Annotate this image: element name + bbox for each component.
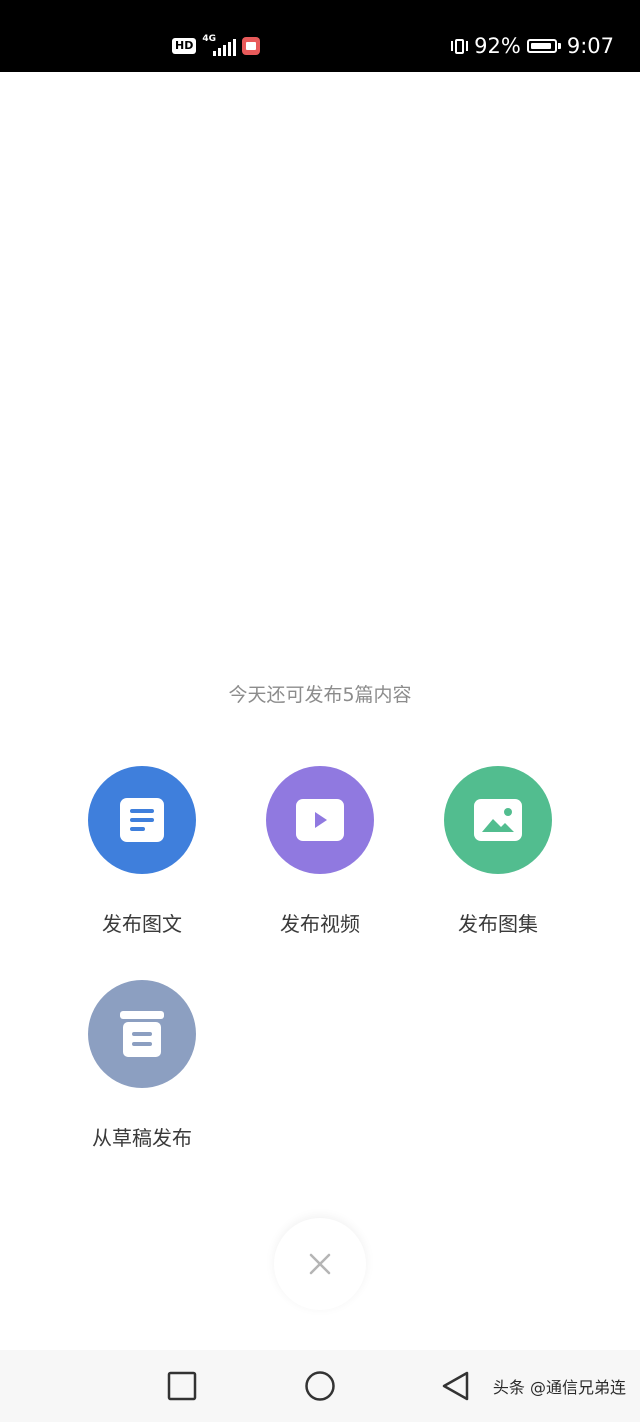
triangle-back-icon[interactable] bbox=[440, 1370, 472, 1402]
publish-video-label: 发布视频 bbox=[280, 912, 360, 936]
watermark: 头条 @通信兄弟连 bbox=[492, 1378, 626, 1397]
publish-from-draft-circle[interactable] bbox=[88, 980, 196, 1088]
vibrate-icon bbox=[451, 38, 469, 54]
hd-badge: HD bbox=[172, 38, 197, 54]
article-icon bbox=[120, 798, 164, 842]
square-icon[interactable] bbox=[166, 1370, 198, 1402]
publish-from-draft-button[interactable]: 从草稿发布 bbox=[52, 980, 232, 1151]
publish-video-circle[interactable] bbox=[266, 766, 374, 874]
publish-video-button[interactable]: 发布视频 bbox=[230, 766, 410, 937]
publish-article-label: 发布图文 bbox=[102, 912, 182, 936]
navigation-bar: 头条 @通信兄弟连 bbox=[0, 1350, 640, 1422]
signal-icon: 4G bbox=[202, 34, 237, 56]
battery-percent: 92% bbox=[474, 34, 521, 58]
notification-app-icon bbox=[242, 37, 261, 55]
publish-gallery-button[interactable]: 发布图集 bbox=[408, 766, 588, 937]
clock: 9:07 bbox=[566, 34, 614, 58]
circle-icon[interactable] bbox=[304, 1370, 336, 1402]
publish-from-draft-label: 从草稿发布 bbox=[92, 1126, 192, 1150]
publish-article-circle[interactable] bbox=[88, 766, 196, 874]
image-icon bbox=[474, 799, 522, 841]
archive-box-icon bbox=[120, 1011, 164, 1057]
publish-gallery-circle[interactable] bbox=[444, 766, 552, 874]
publish-article-button[interactable]: 发布图文 bbox=[52, 766, 232, 937]
close-button[interactable] bbox=[274, 1218, 366, 1310]
status-left: HD 4G bbox=[172, 34, 261, 56]
status-right: 92% 9:07 bbox=[451, 34, 614, 58]
publish-gallery-label: 发布图集 bbox=[458, 912, 538, 936]
video-play-icon bbox=[296, 799, 344, 841]
battery-icon bbox=[526, 39, 561, 53]
publish-quota-text: 今天还可发布5篇内容 bbox=[228, 684, 412, 706]
status-bar: HD 4G 92% 9:07 bbox=[0, 0, 640, 72]
close-icon bbox=[309, 1253, 331, 1275]
